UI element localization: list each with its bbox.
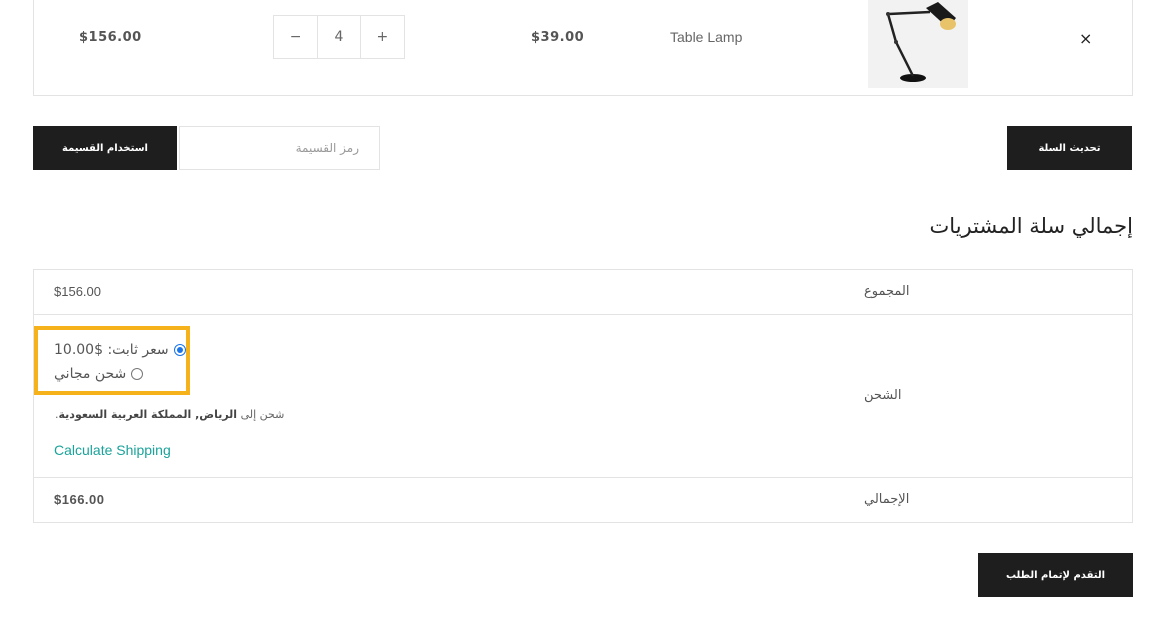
shipping-destination: الرياض, المملكة العربية السعودية bbox=[58, 408, 238, 421]
cart-totals-title: إجمالي سلة المشتريات bbox=[929, 214, 1133, 238]
proceed-to-checkout-button[interactable]: التقدم لإتمام الطلب bbox=[978, 553, 1133, 597]
update-cart-button[interactable]: تحديث السلة bbox=[1007, 126, 1132, 170]
row-divider bbox=[34, 477, 1132, 478]
shipping-option-free[interactable]: شحن مجاني bbox=[54, 366, 144, 382]
product-name-link[interactable]: Table Lamp bbox=[670, 29, 742, 45]
free-shipping-label: شحن مجاني bbox=[54, 366, 127, 382]
total-label: الإجمالي bbox=[864, 492, 910, 507]
table-lamp-image bbox=[886, 2, 956, 82]
radio-selected-icon[interactable] bbox=[173, 344, 186, 356]
quantity-increase-button[interactable]: + bbox=[361, 16, 404, 58]
row-divider bbox=[34, 314, 1132, 315]
cart-item-row: $156.00 − 4 + $39.00 Table Lamp × bbox=[33, 0, 1133, 96]
shipping-options-highlight bbox=[34, 326, 190, 395]
radio-unselected-icon[interactable] bbox=[131, 368, 144, 380]
remove-item-icon[interactable]: × bbox=[1079, 29, 1092, 48]
item-subtotal: $156.00 bbox=[79, 30, 142, 45]
shipping-label: الشحن bbox=[864, 388, 902, 403]
flat-rate-label: سعر ثابت: $10.00 bbox=[54, 342, 169, 358]
quantity-decrease-button[interactable]: − bbox=[274, 16, 317, 58]
item-price: $39.00 bbox=[531, 30, 585, 45]
shipping-destination-text: شحن إلى الرياض, المملكة العربية السعودية… bbox=[55, 408, 285, 421]
subtotal-value: $156.00 bbox=[54, 284, 101, 299]
cart-totals-table bbox=[33, 269, 1133, 523]
coupon-code-input[interactable] bbox=[179, 126, 380, 170]
quantity-stepper[interactable]: − 4 + bbox=[273, 15, 405, 59]
shipping-option-flat-rate[interactable]: سعر ثابت: $10.00 bbox=[54, 342, 186, 358]
apply-coupon-button[interactable]: استخدام القسيمة bbox=[33, 126, 177, 170]
calculate-shipping-link[interactable]: Calculate Shipping bbox=[54, 442, 171, 458]
total-value: $166.00 bbox=[54, 492, 105, 507]
subtotal-label: المجموع bbox=[864, 284, 910, 299]
product-thumbnail[interactable] bbox=[868, 0, 968, 88]
quantity-input[interactable]: 4 bbox=[317, 16, 361, 58]
